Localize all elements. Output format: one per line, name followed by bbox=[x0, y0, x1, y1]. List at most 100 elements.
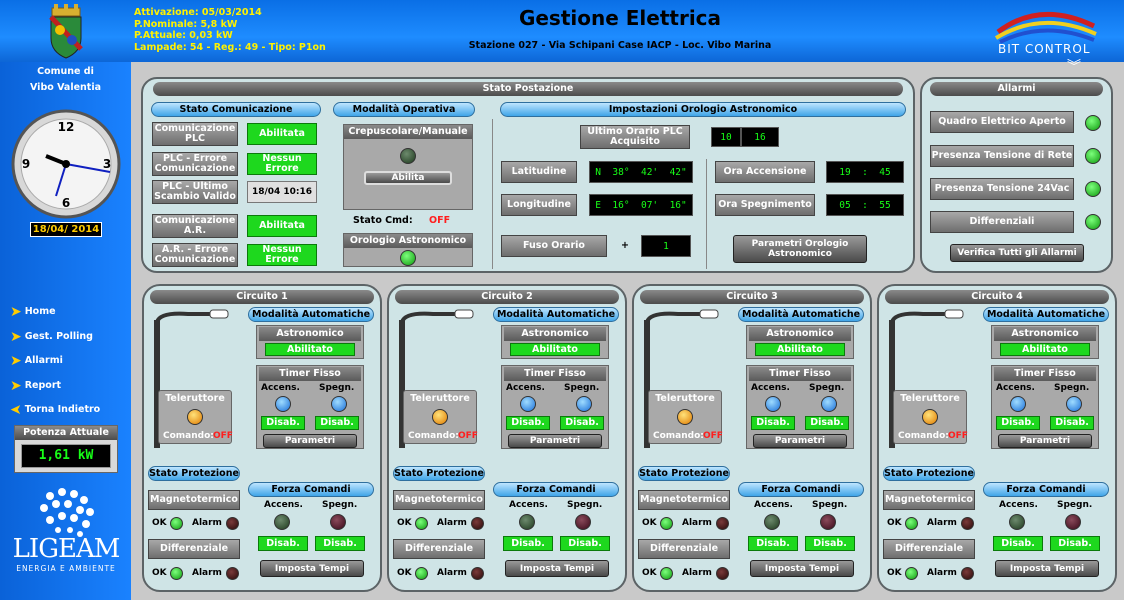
svg-text:12: 12 bbox=[58, 120, 75, 134]
timer-spegn-led-icon bbox=[821, 396, 837, 412]
power-label: Potenza Attuale bbox=[15, 426, 117, 440]
parametri-button[interactable]: Parametri bbox=[998, 434, 1092, 448]
differenziale-alarm-label: Alarm bbox=[437, 568, 467, 578]
imposta-tempi-button[interactable]: Imposta Tempi bbox=[750, 560, 854, 577]
astronomico-box: Astronomico Abilitato bbox=[256, 325, 364, 359]
ligeam-logo: LIGEAM ENERGIA E AMBIENTE bbox=[10, 482, 122, 578]
circuit-panel: Circuito 1 Teleruttore Comando: OFF Moda… bbox=[142, 284, 382, 592]
teleruttore-led-icon bbox=[187, 409, 203, 425]
ora-spegnimento-label: Ora Spegnimento bbox=[715, 194, 815, 216]
differenziale-alarm-led-icon bbox=[716, 567, 729, 580]
verifica-allarmi-button[interactable]: Verifica Tutti gli Allarmi bbox=[950, 244, 1084, 262]
forza-accens-label: Accens. bbox=[999, 500, 1038, 510]
forza-comandi-title: Forza Comandi bbox=[248, 482, 374, 497]
page-title: Gestione Elettrica bbox=[518, 6, 722, 30]
abilita-button[interactable]: Abilita bbox=[364, 171, 452, 185]
timer-accens-value: Disab. bbox=[751, 416, 795, 430]
forza-spegn-led-icon bbox=[820, 514, 836, 530]
info-nominal-power: P.Nominale: 5,8 kW bbox=[134, 18, 238, 30]
latitudine-value: N 38° 42' 42" bbox=[589, 161, 693, 183]
power-value: 1,61 kW bbox=[21, 444, 111, 468]
date-display: 18/04/ 2014 bbox=[30, 222, 102, 237]
magnetotermico-ok-led-icon bbox=[660, 517, 673, 530]
forza-spegn-label: Spegn. bbox=[567, 500, 603, 510]
teleruttore-label: Teleruttore bbox=[900, 393, 960, 404]
timer-fisso-box: Timer Fisso Accens. Spegn. Disab. Disab.… bbox=[746, 365, 854, 449]
fuso-orario-sign: + bbox=[621, 240, 629, 251]
timer-fisso-label: Timer Fisso bbox=[749, 367, 851, 381]
allarme-tensione-rete-led-icon bbox=[1085, 148, 1101, 164]
differenziale-ok-label: OK bbox=[397, 568, 412, 578]
parametri-orologio-button[interactable]: Parametri Orologio Astronomico bbox=[733, 235, 867, 263]
nav-allarmi[interactable]: ➤ Allarmi bbox=[10, 354, 63, 368]
modalita-title: Modalità Operativa bbox=[333, 102, 475, 117]
magnetotermico-alarm-label: Alarm bbox=[192, 518, 222, 528]
comando-label: Comando: bbox=[163, 431, 214, 441]
modalita-automatiche-title: Modalità Automatiche bbox=[248, 307, 374, 322]
nav-gest-polling[interactable]: ➤ Gest. Polling bbox=[10, 330, 93, 344]
comunicazione-ar-label: Comunicazione A.R. bbox=[152, 214, 238, 238]
parametri-button[interactable]: Parametri bbox=[753, 434, 847, 448]
differenziale-alarm-led-icon bbox=[226, 567, 239, 580]
imposta-tempi-button[interactable]: Imposta Tempi bbox=[260, 560, 364, 577]
info-lamps: Lampade: 54 - Reg.: 49 - Tipo: P1on bbox=[134, 41, 326, 53]
differenziale-ok-label: OK bbox=[152, 568, 167, 578]
circuit-panel: Circuito 4 Teleruttore Comando: OFF Moda… bbox=[877, 284, 1117, 592]
timer-accens-value: Disab. bbox=[996, 416, 1040, 430]
teleruttore-box: Teleruttore Comando: OFF bbox=[403, 390, 478, 444]
stato-postazione-title: Stato Postazione bbox=[153, 82, 903, 96]
stato-cmd-label: Stato Cmd: bbox=[353, 215, 413, 226]
astronomico-label: Astronomico bbox=[504, 327, 606, 341]
forza-spegn-label: Spegn. bbox=[322, 500, 358, 510]
collapse-chevron-icon[interactable]: ︾ bbox=[1063, 56, 1085, 75]
timer-accens-value: Disab. bbox=[506, 416, 550, 430]
longitudine-label: Longitudine bbox=[501, 194, 577, 216]
timer-accens-label: Accens. bbox=[996, 383, 1035, 393]
differenziale-alarm-label: Alarm bbox=[682, 568, 712, 578]
comunicazione-plc-value: Abilitata bbox=[247, 123, 317, 145]
info-activation: Attivazione: 05/03/2014 bbox=[134, 7, 262, 18]
logo-subtext: ENERGIA E AMBIENTE bbox=[16, 564, 116, 573]
crepuscolare-label: Crepuscolare/Manuale bbox=[344, 125, 472, 139]
allarme-differenziali-label: Differenziali bbox=[930, 211, 1074, 233]
forza-accens-value: Disab. bbox=[993, 536, 1043, 551]
comando-value: OFF bbox=[703, 431, 723, 441]
differenziale-alarm-led-icon bbox=[961, 567, 974, 580]
ultimo-orario-minute: 16 bbox=[741, 127, 779, 147]
orologio-led-icon bbox=[400, 250, 416, 266]
magnetotermico-ok-label: OK bbox=[642, 518, 657, 528]
nav-torna-indietro[interactable]: ➤ Torna Indietro bbox=[10, 402, 100, 418]
latitudine-label: Latitudine bbox=[501, 161, 577, 183]
teleruttore-led-icon bbox=[432, 409, 448, 425]
teleruttore-label: Teleruttore bbox=[655, 393, 715, 404]
coat-of-arms bbox=[46, 4, 86, 60]
orologio-label: Orologio Astronomico bbox=[344, 234, 472, 248]
astronomico-box: Astronomico Abilitato bbox=[746, 325, 854, 359]
astronomico-label: Astronomico bbox=[259, 327, 361, 341]
forza-accens-led-icon bbox=[1009, 514, 1025, 530]
forza-accens-value: Disab. bbox=[258, 536, 308, 551]
differenziale-label: Differenziale bbox=[883, 539, 975, 559]
stato-protezione-title: Stato Protezione bbox=[393, 466, 485, 481]
magnetotermico-alarm-led-icon bbox=[226, 517, 239, 530]
magnetotermico-alarm-led-icon bbox=[471, 517, 484, 530]
timer-fisso-label: Timer Fisso bbox=[504, 367, 606, 381]
imposta-tempi-button[interactable]: Imposta Tempi bbox=[995, 560, 1099, 577]
astronomico-box: Astronomico Abilitato bbox=[501, 325, 609, 359]
arrow-right-icon: ➤ bbox=[10, 303, 22, 320]
comunicazione-plc-label: Comunicazione PLC bbox=[152, 122, 238, 146]
circuit-panel: Circuito 2 Teleruttore Comando: OFF Moda… bbox=[387, 284, 627, 592]
allarme-quadro-label: Quadro Elettrico Aperto bbox=[930, 111, 1074, 133]
app-header: Attivazione: 05/03/2014 P.Nominale: 5,8 … bbox=[0, 0, 1124, 62]
timer-spegn-label: Spegn. bbox=[564, 383, 600, 393]
timer-accens-led-icon bbox=[520, 396, 536, 412]
imposta-tempi-button[interactable]: Imposta Tempi bbox=[505, 560, 609, 577]
timer-spegn-value: Disab. bbox=[805, 416, 849, 430]
forza-spegn-label: Spegn. bbox=[1057, 500, 1093, 510]
magnetotermico-label: Magnetotermico bbox=[883, 490, 975, 510]
timer-accens-label: Accens. bbox=[261, 383, 300, 393]
nav-report[interactable]: ➤ Report bbox=[10, 379, 61, 393]
parametri-button[interactable]: Parametri bbox=[263, 434, 357, 448]
nav-home[interactable]: ➤ Home bbox=[10, 303, 56, 320]
parametri-button[interactable]: Parametri bbox=[508, 434, 602, 448]
